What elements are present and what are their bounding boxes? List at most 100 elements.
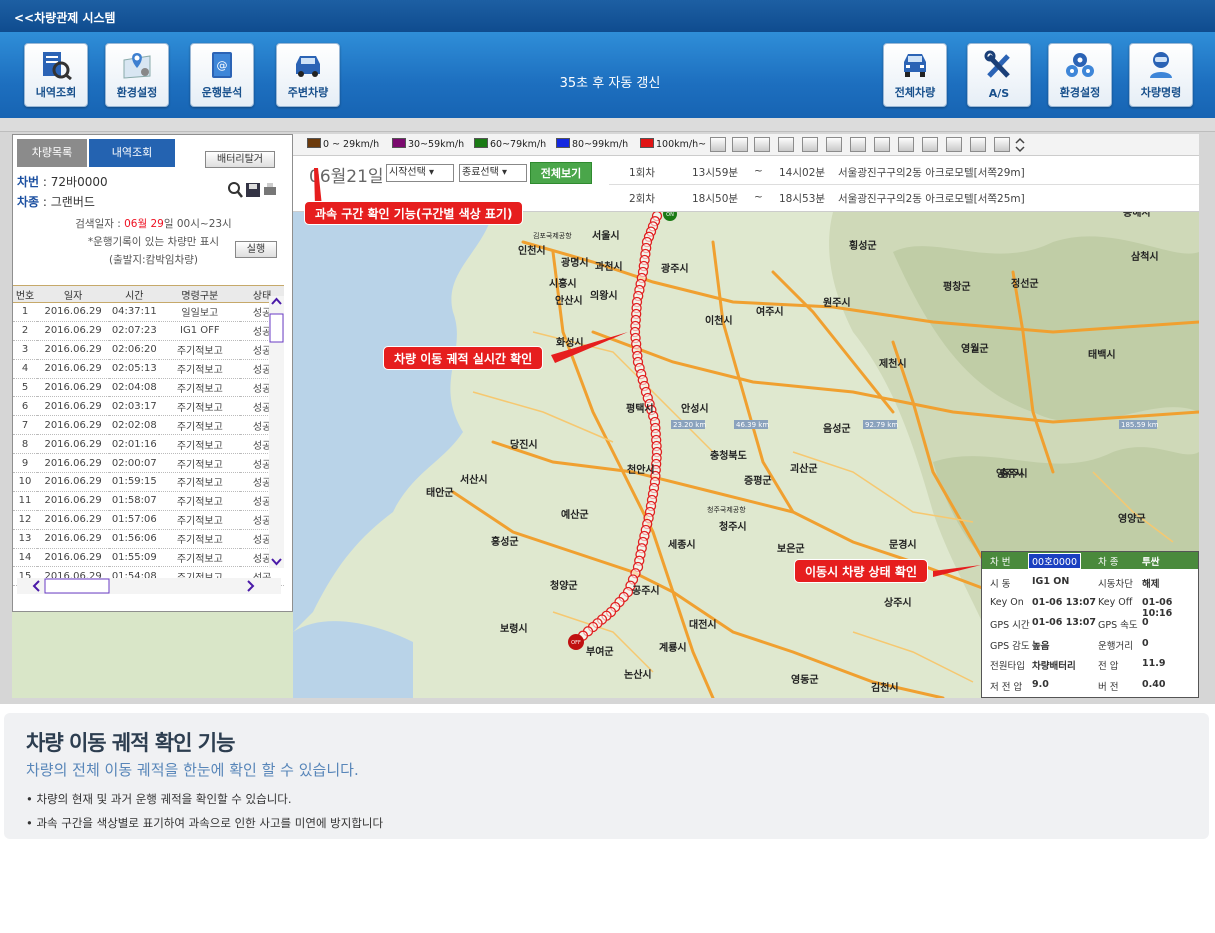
table-row[interactable]: 5 2016.06.29 02:04:08 주기적보고 성공 [13, 378, 284, 398]
print-icon[interactable] [264, 183, 276, 195]
col-time[interactable]: 시간 [109, 285, 160, 303]
zoom-out-icon[interactable] [732, 137, 748, 152]
city-label: 인천시 [518, 244, 546, 257]
col-no[interactable]: 번호 [13, 285, 38, 303]
table-cell: 02:04:08 [109, 378, 160, 398]
hand-icon[interactable] [994, 137, 1010, 152]
nearby-vehicles-button[interactable]: 주변차량 [276, 43, 340, 107]
plate-key: 차번 [17, 175, 40, 189]
analysis-button[interactable]: @ 운행분석 [190, 43, 254, 107]
table-cell: 04:37:11 [109, 302, 160, 322]
hscroll-thumb[interactable] [44, 578, 110, 594]
feature-subtitle: 차량의 전체 이동 궤적을 한눈에 확인 할 수 있습니다. [26, 761, 359, 779]
system-settings-button[interactable]: 환경설정 [1048, 43, 1112, 107]
city-label: 청주시 [719, 520, 747, 533]
start-select[interactable]: 시작선택 ▾ [386, 164, 454, 182]
city-label: 광주시 [661, 263, 689, 275]
show-all-button[interactable]: 전체보기 [530, 162, 592, 184]
table-cell: 7 [13, 415, 38, 436]
text-icon[interactable] [874, 137, 890, 152]
table-row[interactable]: 1 2016.06.29 04:37:11 일일보고 성공 [13, 302, 284, 322]
table-row[interactable]: 10 2016.06.29 01:59:15 주기적보고 성공 [13, 472, 284, 492]
ruler-icon[interactable] [754, 137, 770, 152]
status-k1-3: GPS 감도 [990, 640, 1030, 652]
gears-icon [1066, 53, 1094, 77]
table-cell: 2016.06.29 [37, 548, 110, 568]
table-row[interactable]: 3 2016.06.29 02:06:20 주기적보고 성공 [13, 340, 284, 360]
city-label: 공주시 [632, 585, 660, 597]
table-row[interactable]: 2 2016.06.29 02:07:23 IG1 OFF 성공 [13, 321, 284, 341]
all-vehicles-button[interactable]: 전체차량 [883, 43, 947, 107]
vertical-scrollbar[interactable] [269, 296, 284, 568]
table-row[interactable]: 11 2016.06.29 01:58:07 주기적보고 성공 [13, 491, 284, 511]
plate-value: 72바0000 [50, 175, 108, 189]
pen-icon[interactable] [946, 137, 962, 152]
table-cell: 2 [13, 321, 38, 341]
table-cell: 2016.06.29 [37, 510, 110, 530]
zoom-in-icon[interactable] [710, 137, 726, 152]
forward-icon[interactable] [802, 137, 818, 152]
map-settings-button[interactable]: 환경설정 [105, 43, 169, 107]
all-vehicles-label: 전체차량 [894, 86, 936, 99]
table-cell: 01:59:15 [109, 472, 160, 492]
status-k1-4: 전원타입 [990, 661, 1025, 672]
layer-icon[interactable] [850, 137, 866, 152]
search-icon[interactable] [228, 182, 243, 198]
table-row[interactable]: 14 2016.06.29 01:55:09 주기적보고 성공 [13, 548, 284, 568]
back-icon[interactable] [778, 137, 794, 152]
save-icon[interactable] [246, 183, 260, 197]
table-row[interactable]: 4 2016.06.29 02:05:13 주기적보고 성공 [13, 359, 284, 379]
table-cell: 주기적보고 [159, 378, 241, 398]
table-header-row: 번호 일자 시간 명령구분 상태 [13, 285, 284, 303]
end-marker-icon[interactable]: OFF [568, 634, 584, 650]
feature-bullet-1: • 차량의 현재 및 과거 운행 궤적을 확인할 수 있습니다. [26, 792, 292, 806]
city-label: 서울시 [592, 229, 620, 242]
city-label: 부여군 [586, 645, 614, 658]
table-cell: 2016.06.29 [37, 378, 110, 398]
vehicle-command-button[interactable]: 차량명령 [1129, 43, 1193, 107]
scroll-thumb[interactable] [269, 313, 284, 343]
table-row[interactable]: 9 2016.06.29 02:00:07 주기적보고 성공 [13, 453, 284, 474]
table-cell: 4 [13, 359, 38, 379]
print-map-icon[interactable] [922, 137, 938, 152]
status-k2-5: 버 전 [1098, 681, 1119, 693]
tab-history[interactable]: 내역조회 [89, 139, 175, 167]
table-row[interactable]: 12 2016.06.29 01:57:06 주기적보고 성공 [13, 510, 284, 530]
history-search-button[interactable]: 내역조회 [24, 43, 88, 107]
status-v2-1: 01-06 10:16 [1142, 596, 1173, 619]
as-button[interactable]: A/S [967, 43, 1031, 107]
end-select[interactable]: 종료선택 ▾ [459, 164, 527, 182]
col-date[interactable]: 일자 [37, 285, 110, 303]
dist-badge-4: 185.59 km [1121, 421, 1159, 429]
run-button[interactable]: 실행 [235, 241, 277, 258]
table-row[interactable]: 7 2016.06.29 02:02:08 주기적보고 성공 [13, 415, 284, 436]
table-cell: 01:55:09 [109, 548, 160, 568]
table-cell: 2016.06.29 [37, 396, 110, 417]
image-icon[interactable] [898, 137, 914, 152]
tab-vehicle-list[interactable]: 차량목록 [17, 139, 87, 167]
city-label: 상주시 [884, 596, 912, 609]
city-label: 과천시 [595, 260, 623, 273]
panel-tool-icons[interactable] [227, 181, 283, 199]
table-row[interactable]: 13 2016.06.29 01:56:06 주기적보고 성공 [13, 529, 284, 549]
analysis-label: 운행분석 [201, 86, 243, 99]
center-icon[interactable] [826, 137, 842, 152]
app-title: <<차량관제 시스템 [14, 11, 116, 25]
pencil-icon[interactable] [970, 137, 986, 152]
nearby-vehicles-label: 주변차량 [287, 86, 329, 99]
analysis-notebook-icon: @ [212, 52, 232, 78]
start-marker-icon[interactable]: ON [663, 212, 677, 221]
collapse-toggle-icon[interactable] [1014, 137, 1026, 153]
legend-swatch-purple [392, 138, 406, 148]
city-label: 시흥시 [549, 277, 577, 290]
battery-removal-button[interactable]: 배터리탈거 [205, 151, 275, 168]
horizontal-scrollbar[interactable] [17, 578, 281, 594]
col-command[interactable]: 명령구분 [159, 285, 241, 303]
table-cell: 주기적보고 [159, 548, 241, 568]
table-row[interactable]: 8 2016.06.29 02:01:16 주기적보고 성공 [13, 434, 284, 455]
table-cell: 일일보고 [159, 302, 241, 322]
table-row[interactable]: 6 2016.06.29 02:03:17 주기적보고 성공 [13, 396, 284, 417]
feature-description: 차량 이동 궤적 확인 기능 차량의 전체 이동 궤적을 한눈에 확인 할 수 … [4, 713, 1209, 839]
vehicle-status-panel: 차 번 00호0000 차 종 투싼 시 동 IG1 ON 시동차단 해제 Key On… [981, 551, 1199, 698]
city-label: 김천시 [871, 681, 899, 694]
